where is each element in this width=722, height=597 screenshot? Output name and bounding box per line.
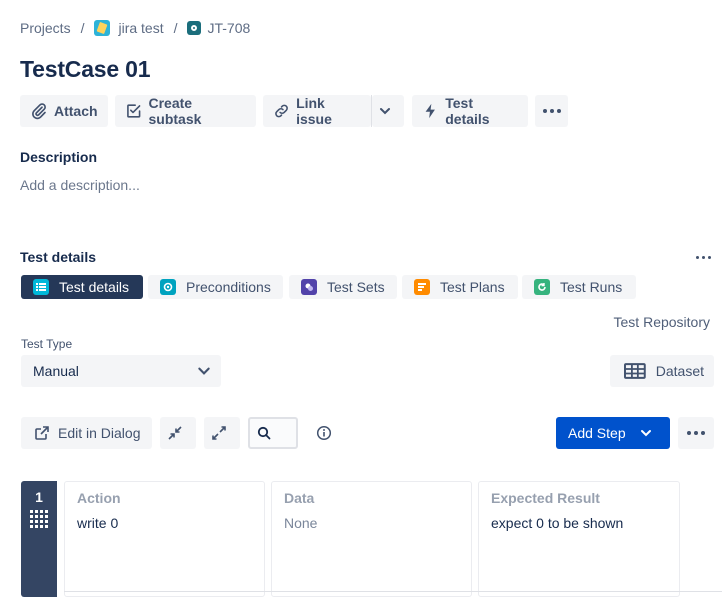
- column-header-expected-result: Expected Result: [491, 490, 600, 506]
- link-issue-button[interactable]: Link issue: [263, 95, 371, 127]
- dataset-button[interactable]: Dataset: [610, 355, 714, 387]
- more-icon: [542, 109, 561, 113]
- collapse-icon: [168, 426, 182, 440]
- add-step-button[interactable]: Add Step: [556, 417, 670, 449]
- steps-more-button[interactable]: [678, 417, 714, 449]
- test-details-heading: Test details: [20, 249, 96, 265]
- breadcrumb-issue-key-link[interactable]: JT-708: [207, 20, 250, 36]
- collapse-button[interactable]: [160, 417, 196, 449]
- column-header-data: Data: [284, 490, 315, 506]
- column-header-action: Action: [77, 490, 121, 506]
- steps-search-input[interactable]: [248, 417, 298, 449]
- drag-grid-icon: [30, 510, 48, 528]
- tab-test-plans[interactable]: Test Plans: [402, 275, 518, 299]
- more-icon: [687, 431, 705, 435]
- test-type-select[interactable]: Manual: [21, 355, 221, 387]
- external-link-icon: [35, 426, 49, 440]
- breadcrumb: Projects / jira test / JT-708: [20, 20, 250, 36]
- search-icon: [257, 426, 271, 440]
- breadcrumb-project-link[interactable]: jira test: [118, 20, 163, 36]
- tab-preconditions[interactable]: Preconditions: [148, 275, 283, 299]
- tab-label: Test Sets: [327, 279, 385, 295]
- lightning-icon: [425, 103, 435, 119]
- test-details-button[interactable]: Test details: [412, 95, 528, 127]
- expand-icon: [212, 426, 226, 440]
- link-issue-label: Link issue: [296, 95, 332, 127]
- add-step-label: Add Step: [568, 425, 626, 441]
- step-expected-result-cell[interactable]: Expected Result expect 0 to be shown: [478, 481, 680, 597]
- paperclip-icon: [32, 103, 46, 120]
- breadcrumb-projects-link[interactable]: Projects: [20, 20, 71, 36]
- chevron-down-icon: [198, 367, 210, 375]
- breadcrumb-separator: /: [80, 20, 85, 36]
- test-issue-type-icon: [187, 21, 202, 35]
- edit-in-dialog-label: Edit in Dialog: [58, 425, 141, 441]
- test-repository-link[interactable]: Test Repository: [614, 314, 710, 330]
- list-icon: [33, 279, 49, 295]
- step-action-cell[interactable]: Action write 0: [64, 481, 265, 597]
- button-divider: [371, 95, 372, 127]
- description-field[interactable]: Add a description...: [20, 177, 140, 193]
- tab-label: Test Plans: [440, 279, 505, 295]
- tab-test-runs[interactable]: Test Runs: [522, 275, 636, 299]
- test-runs-icon: [534, 279, 550, 295]
- issue-title[interactable]: TestCase 01: [20, 56, 151, 83]
- subtask-icon: [127, 104, 141, 118]
- tab-test-details[interactable]: Test details: [21, 275, 143, 299]
- test-sets-icon: [301, 279, 317, 295]
- test-type-value: Manual: [33, 363, 79, 379]
- step-index: 1: [35, 489, 43, 505]
- dataset-label: Dataset: [655, 363, 704, 379]
- expand-button[interactable]: [204, 417, 240, 449]
- precondition-icon: [160, 279, 176, 295]
- edit-in-dialog-button[interactable]: Edit in Dialog: [21, 417, 152, 449]
- step-action-value: write 0: [77, 515, 119, 531]
- chevron-down-icon: [640, 430, 651, 437]
- test-type-label: Test Type: [21, 337, 73, 351]
- step-data-cell[interactable]: Data None: [271, 481, 472, 597]
- test-details-action-label: Test details: [445, 95, 490, 127]
- create-subtask-label: Create subtask: [148, 95, 202, 127]
- tab-test-sets[interactable]: Test Sets: [289, 275, 397, 299]
- test-details-more-icon[interactable]: [695, 249, 711, 265]
- description-heading: Description: [20, 149, 98, 165]
- chevron-down-icon: [380, 108, 390, 115]
- test-plans-icon: [414, 279, 430, 295]
- breadcrumb-separator: /: [173, 20, 178, 36]
- tab-label: Preconditions: [186, 279, 271, 295]
- tab-label: Test details: [59, 279, 130, 295]
- step-expected-value: expect 0 to be shown: [491, 515, 624, 531]
- more-actions-button[interactable]: [535, 95, 568, 127]
- create-subtask-button[interactable]: Create subtask: [115, 95, 256, 127]
- info-icon[interactable]: [316, 425, 332, 441]
- link-icon: [275, 104, 288, 118]
- attach-button[interactable]: Attach: [20, 95, 108, 127]
- step-data-value: None: [284, 515, 318, 531]
- step-drag-handle[interactable]: 1: [21, 481, 57, 597]
- row-divider: [64, 591, 722, 592]
- tab-label: Test Runs: [560, 279, 623, 295]
- link-issue-dropdown-button[interactable]: [372, 95, 404, 127]
- attach-label: Attach: [54, 103, 98, 119]
- table-grid-icon: [624, 363, 646, 379]
- project-icon: [94, 20, 111, 36]
